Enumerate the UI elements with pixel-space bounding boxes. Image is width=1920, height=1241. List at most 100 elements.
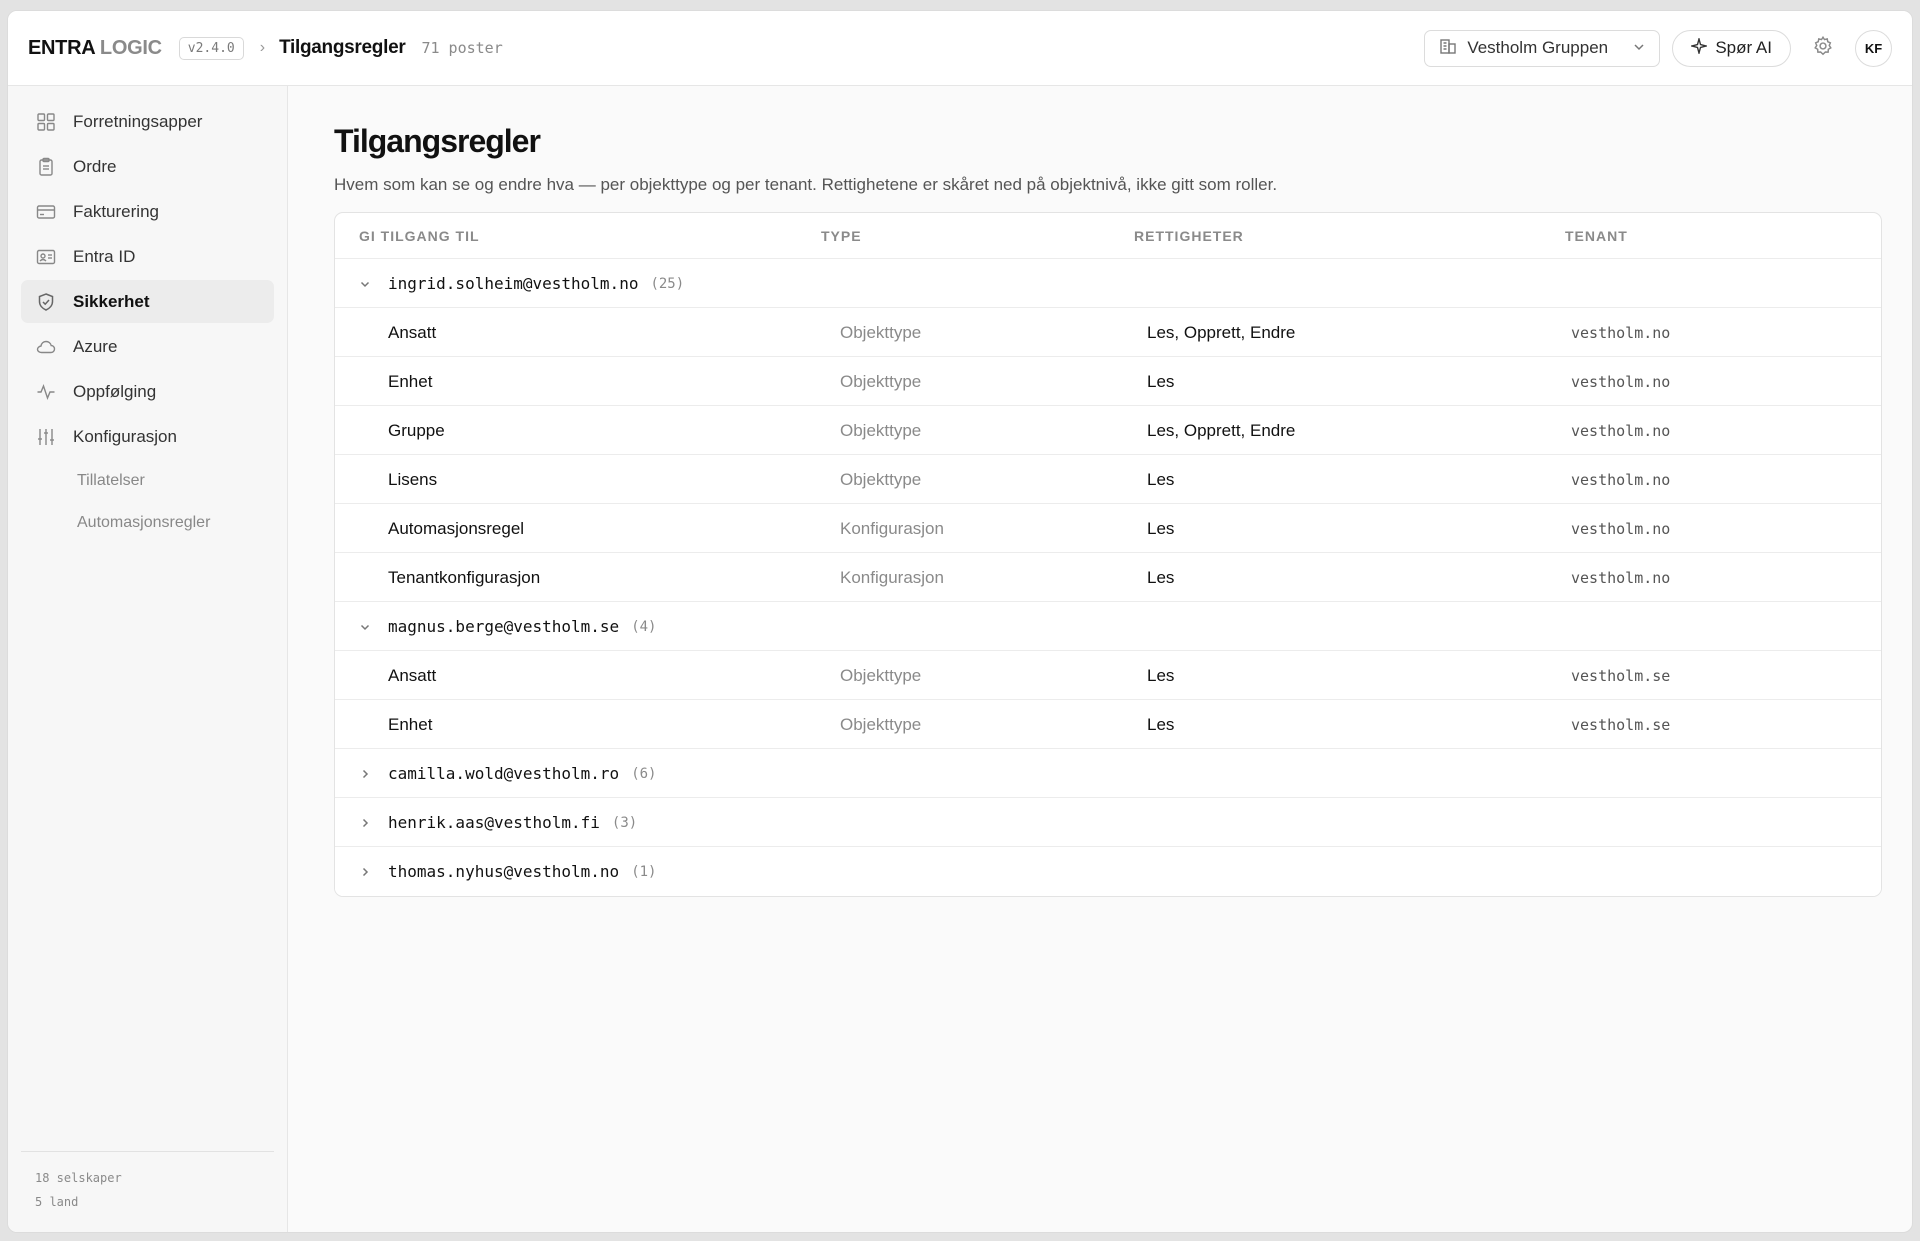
sidebar-item-label: Oppfølging: [73, 381, 157, 401]
ask-ai-label: Spør AI: [1715, 38, 1772, 57]
column-header-rights[interactable]: RETTIGHETER: [1134, 228, 1244, 244]
group-row[interactable]: ingrid.solheim@vestholm.no (25): [335, 259, 1881, 308]
activity-icon: [35, 381, 57, 403]
sidebar-item-konfigurasjon[interactable]: Konfigurasjon: [21, 415, 274, 458]
country-count: 5 land: [35, 1195, 79, 1209]
version-badge: v2.4.0: [178, 36, 244, 60]
sparkle-icon: [1689, 35, 1709, 59]
group-count: (4): [631, 618, 657, 635]
page-title: Tilgangsregler: [334, 123, 541, 159]
tenant-select[interactable]: Vestholm Gruppen: [1424, 29, 1661, 67]
group-email: camilla.wold@vestholm.ro (6): [388, 749, 656, 798]
table-row[interactable]: Enhet Objekttype Les vestholm.no: [335, 357, 1881, 406]
building-icon: [1439, 37, 1457, 60]
sidebar: Forretningsapper Ordre Fakturering Entra…: [8, 86, 288, 1232]
object-type: Konfigurasjon: [840, 567, 944, 587]
chevron-down-icon[interactable]: [357, 602, 373, 651]
sidebar-item-oppfolging[interactable]: Oppfølging: [21, 370, 274, 413]
user-avatar[interactable]: KF: [1855, 29, 1892, 67]
table-row[interactable]: Lisens Objekttype Les vestholm.no: [335, 455, 1881, 504]
sidebar-item-sikkerhet[interactable]: Sikkerhet: [21, 280, 274, 323]
brand-secondary: LOGIC: [99, 36, 162, 59]
object-name: Enhet: [388, 714, 433, 734]
sidebar-subitem-automasjonsregler[interactable]: Automasjonsregler: [21, 502, 274, 544]
sidebar-nav: Forretningsapper Ordre Fakturering Entra…: [8, 86, 287, 544]
access-rules-table: GI TILGANG TIL TYPE RETTIGHETER TENANT i…: [334, 212, 1882, 897]
group-email: magnus.berge@vestholm.se (4): [388, 602, 656, 651]
gear-icon: [1812, 35, 1834, 62]
object-tenant: vestholm.no: [1571, 323, 1671, 342]
page-subtitle: Hvem som kan se og endre hva — per objek…: [334, 175, 1278, 194]
column-header-type[interactable]: TYPE: [821, 228, 862, 244]
ask-ai-button[interactable]: Spør AI: [1672, 29, 1791, 67]
group-row[interactable]: henrik.aas@vestholm.fi (3): [335, 798, 1881, 847]
grid-icon: [35, 111, 57, 133]
sidebar-item-label: Azure: [73, 336, 118, 356]
chevron-right-icon[interactable]: [357, 749, 373, 798]
table-row[interactable]: Gruppe Objekttype Les, Opprett, Endre vesth…: [335, 406, 1881, 455]
sidebar-item-label: Konfigurasjon: [73, 426, 177, 446]
object-name: Ansatt: [388, 322, 437, 342]
sidebar-item-label: Fakturering: [73, 201, 159, 221]
group-row[interactable]: thomas.nyhus@vestholm.no (1): [335, 847, 1881, 896]
sidebar-item-label: Forretningsapper: [73, 111, 203, 131]
object-name: Ansatt: [388, 665, 437, 685]
breadcrumb-title: Tilgangsregler: [279, 37, 406, 58]
sidebar-item-azure[interactable]: Azure: [21, 325, 274, 368]
sidebar-item-forretningsapper[interactable]: Forretningsapper: [21, 100, 274, 143]
object-name: Gruppe: [388, 420, 445, 440]
main-content: Tilgangsregler Hvem som kan se og endre …: [288, 86, 1912, 1232]
chevron-down-icon[interactable]: [357, 259, 373, 308]
object-tenant: vestholm.no: [1571, 470, 1671, 489]
sidebar-item-fakturering[interactable]: Fakturering: [21, 190, 274, 233]
table-row[interactable]: Automasjonsregel Konfigurasjon Les vestholm…: [335, 504, 1881, 553]
object-type: Objekttype: [840, 322, 922, 342]
group-email: thomas.nyhus@vestholm.no (1): [388, 847, 656, 896]
group-row[interactable]: camilla.wold@vestholm.ro (6): [335, 749, 1881, 798]
object-type: Objekttype: [840, 714, 922, 734]
object-tenant: vestholm.no: [1571, 421, 1671, 440]
object-rights: Les: [1147, 665, 1175, 685]
object-rights: Les: [1147, 469, 1175, 489]
object-name: Enhet: [388, 371, 433, 391]
brand-logo[interactable]: ENTRA LOGIC: [28, 37, 162, 60]
group-count: (6): [631, 765, 657, 782]
group-email-text: camilla.wold@vestholm.ro: [388, 764, 620, 783]
brand-primary: ENTRA: [28, 36, 95, 59]
chevron-down-icon: [1633, 38, 1645, 58]
sidebar-item-ordre[interactable]: Ordre: [21, 145, 274, 188]
group-email: ingrid.solheim@vestholm.no (25): [388, 259, 684, 308]
group-count: (25): [650, 275, 685, 292]
group-row[interactable]: magnus.berge@vestholm.se (4): [335, 602, 1881, 651]
group-email-text: ingrid.solheim@vestholm.no: [388, 274, 639, 293]
object-tenant: vestholm.no: [1571, 372, 1671, 391]
table-body: ingrid.solheim@vestholm.no (25) Ansatt Obje…: [335, 259, 1881, 896]
sidebar-subitem-tillatelser[interactable]: Tillatelser: [21, 460, 274, 502]
table-header: GI TILGANG TIL TYPE RETTIGHETER TENANT: [335, 213, 1881, 259]
object-rights: Les, Opprett, Endre: [1147, 420, 1296, 440]
chevron-right-icon[interactable]: [357, 798, 373, 847]
column-header-tenant[interactable]: TENANT: [1565, 228, 1628, 244]
column-header-grant-to[interactable]: GI TILGANG TIL: [359, 228, 480, 244]
chevron-right-icon[interactable]: [357, 847, 373, 896]
group-email-text: thomas.nyhus@vestholm.no: [388, 862, 620, 881]
table-row[interactable]: Ansatt Objekttype Les, Opprett, Endre vesth…: [335, 308, 1881, 357]
group-count: (1): [631, 863, 657, 880]
object-tenant: vestholm.no: [1571, 568, 1671, 587]
table-row[interactable]: Ansatt Objekttype Les vestholm.se: [335, 651, 1881, 700]
settings-button[interactable]: [1803, 28, 1843, 68]
object-name: Lisens: [388, 469, 438, 489]
object-type: Konfigurasjon: [840, 518, 944, 538]
object-name: Tenantkonfigurasjon: [388, 567, 541, 587]
object-rights: Les: [1147, 371, 1175, 391]
group-email-text: magnus.berge@vestholm.se: [388, 617, 620, 636]
id-card-icon: [35, 246, 57, 268]
object-tenant: vestholm.se: [1571, 715, 1671, 734]
sidebar-item-entra-id[interactable]: Entra ID: [21, 235, 274, 278]
group-count: (3): [611, 814, 638, 831]
table-row[interactable]: Enhet Objekttype Les vestholm.se: [335, 700, 1881, 749]
table-row[interactable]: Tenantkonfigurasjon Konfigurasjon Les vesth…: [335, 553, 1881, 602]
group-email: henrik.aas@vestholm.fi (3): [388, 798, 637, 847]
sidebar-item-label: Entra ID: [73, 246, 136, 266]
cloud-icon: [35, 336, 57, 358]
